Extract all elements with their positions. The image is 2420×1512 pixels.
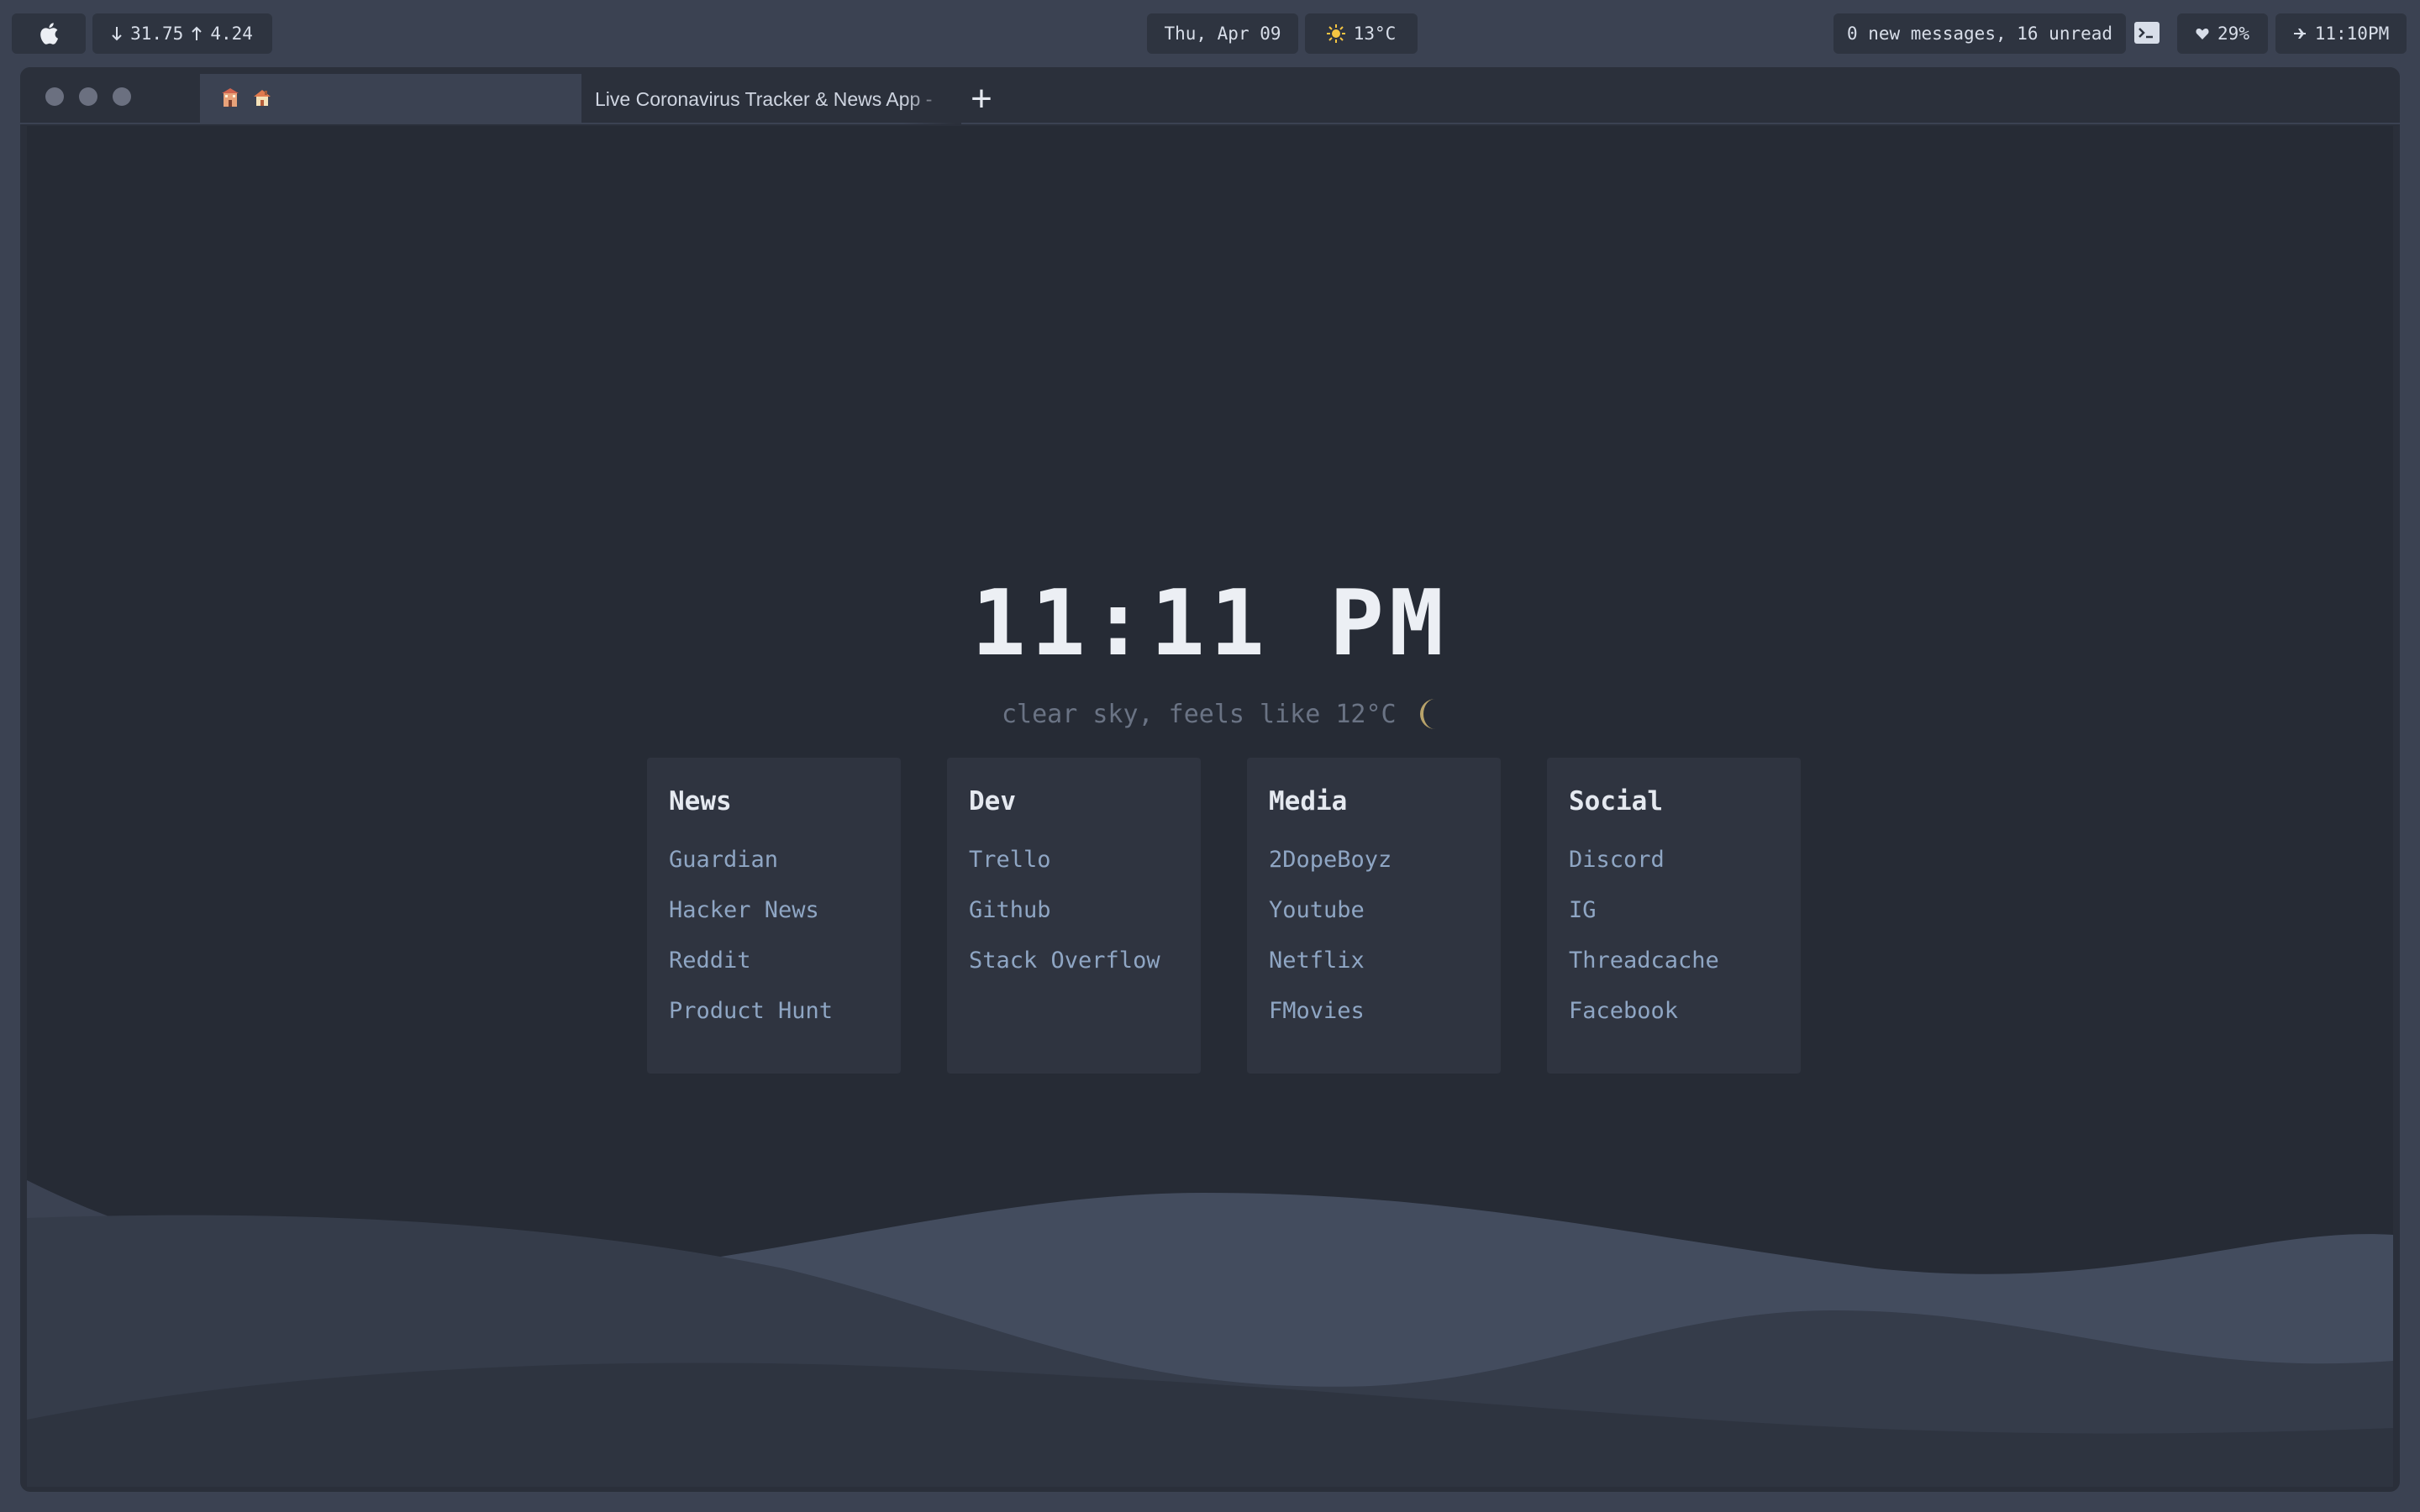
group-title: News [669,786,732,816]
apple-icon [40,23,59,45]
weather-temp: 13°C [1353,24,1397,44]
group-title: Social [1569,786,1663,816]
menu-bar: 31.75 4.24 Thu, Apr 09 13°C 0 new messag… [0,0,2420,67]
group-title: Dev [969,786,1016,816]
building-icon [220,87,240,111]
weather-description: clear sky, feels like 12°C [1002,699,1397,729]
link-reddit[interactable]: Reddit [669,944,879,995]
apple-menu[interactable] [12,13,86,54]
start-page: 11:11 PM clear sky, feels like 12°C News… [27,126,2393,1487]
weather-summary: clear sky, feels like 12°C [1002,690,1442,738]
decorative-waves [27,1180,2393,1487]
maximize-window-button[interactable] [113,87,131,106]
clock-value: 11:10PM [2314,24,2390,44]
link-trello[interactable]: Trello [969,843,1179,894]
network-widget: 31.75 4.24 [92,13,272,54]
tab-active[interactable] [200,74,581,124]
arrow-down-icon [112,27,122,41]
arrow-up-icon [192,26,203,40]
battery-widget: 29% [2177,13,2268,54]
link-discord[interactable]: Discord [1569,843,1779,894]
bookmark-group-dev: Dev Trello Github Stack Overflow [947,758,1201,1074]
tab-title-fade [902,74,961,124]
weather-widget[interactable]: 13°C [1305,13,1418,54]
terminal-icon[interactable] [2134,22,2160,44]
bookmark-group-media: Media 2DopeBoyz Youtube Netflix FMovies [1247,758,1501,1074]
house-icon [252,87,272,111]
new-tab-button[interactable]: + [961,79,1002,119]
link-threadcache[interactable]: Threadcache [1569,944,1779,995]
sun-icon [1326,24,1345,43]
link-facebook[interactable]: Facebook [1569,995,1779,1045]
plane-icon [2293,29,2306,39]
bookmark-group-news: News Guardian Hacker News Reddit Product… [647,758,901,1074]
link-product-hunt[interactable]: Product Hunt [669,995,879,1045]
date-widget[interactable]: Thu, Apr 09 [1147,13,1298,54]
upload-speed: 4.24 [210,24,253,44]
mail-widget[interactable]: 0 new messages, 16 unread [1833,13,2126,54]
moon-icon [1419,699,1435,729]
link-hacker-news[interactable]: Hacker News [669,894,879,944]
link-fmovies[interactable]: FMovies [1269,995,1479,1045]
link-stack-overflow[interactable]: Stack Overflow [969,944,1179,995]
link-2dopeboyz[interactable]: 2DopeBoyz [1269,843,1479,894]
link-netflix[interactable]: Netflix [1269,944,1479,995]
browser-window: Live Coronavirus Tracker & News App - + … [20,67,2400,1492]
link-github[interactable]: Github [969,894,1179,944]
tab-bar: Live Coronavirus Tracker & News App - + [20,67,2400,124]
group-title: Media [1269,786,1348,816]
link-youtube[interactable]: Youtube [1269,894,1479,944]
link-guardian[interactable]: Guardian [669,843,879,894]
bookmark-group-social: Social Discord IG Threadcache Facebook [1547,758,1801,1074]
close-window-button[interactable] [45,87,64,106]
date-text: Thu, Apr 09 [1164,24,1281,44]
clock: 11:11 PM [971,571,1449,676]
minimize-window-button[interactable] [79,87,97,106]
heart-icon [2196,29,2209,39]
time-widget[interactable]: 11:10PM [2275,13,2407,54]
battery-value: 29% [2217,24,2249,44]
mail-status: 0 new messages, 16 unread [1846,24,2113,44]
download-speed: 31.75 [130,24,184,44]
link-ig[interactable]: IG [1569,894,1779,944]
